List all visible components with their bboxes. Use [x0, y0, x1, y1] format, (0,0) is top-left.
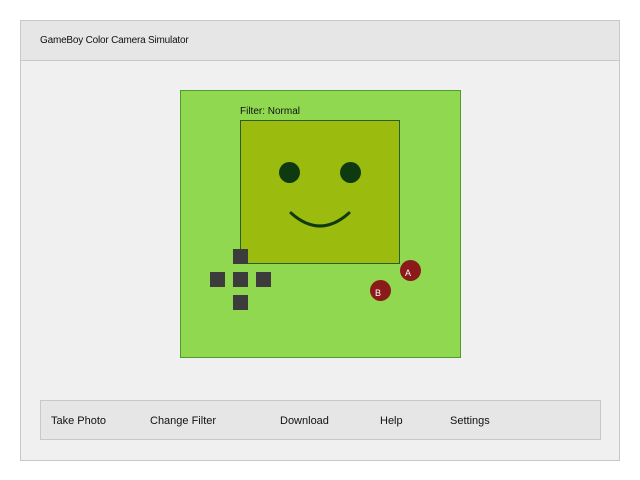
right-eye	[340, 162, 361, 183]
change-filter-button[interactable]: Change Filter	[150, 415, 216, 427]
dpad-down-button[interactable]	[233, 295, 248, 310]
help-button[interactable]: Help	[380, 415, 403, 427]
download-button[interactable]: Download	[280, 415, 329, 427]
a-button-label: A	[405, 268, 412, 278]
dpad-center	[233, 272, 248, 287]
left-eye	[279, 162, 300, 183]
gameboy-device: Filter: Normal A B	[180, 90, 461, 358]
a-button[interactable]: A	[400, 260, 421, 281]
dpad-right-button[interactable]	[256, 272, 271, 287]
app-title: GameBoy Color Camera Simulator	[40, 35, 189, 46]
bottom-toolbar: Take Photo Change Filter Download Help S…	[40, 400, 601, 440]
app-window: GameBoy Color Camera Simulator Filter: N…	[20, 20, 620, 461]
take-photo-button[interactable]: Take Photo	[51, 415, 106, 427]
title-bar: GameBoy Color Camera Simulator	[21, 21, 619, 61]
b-button[interactable]: B	[370, 280, 391, 301]
dpad-left-button[interactable]	[210, 272, 225, 287]
camera-screen	[240, 120, 400, 264]
b-button-label: B	[375, 288, 382, 298]
settings-button[interactable]: Settings	[450, 415, 490, 427]
filter-label: Filter: Normal	[240, 106, 301, 117]
smile-mouth	[289, 211, 351, 228]
dpad-up-button[interactable]	[233, 249, 248, 264]
